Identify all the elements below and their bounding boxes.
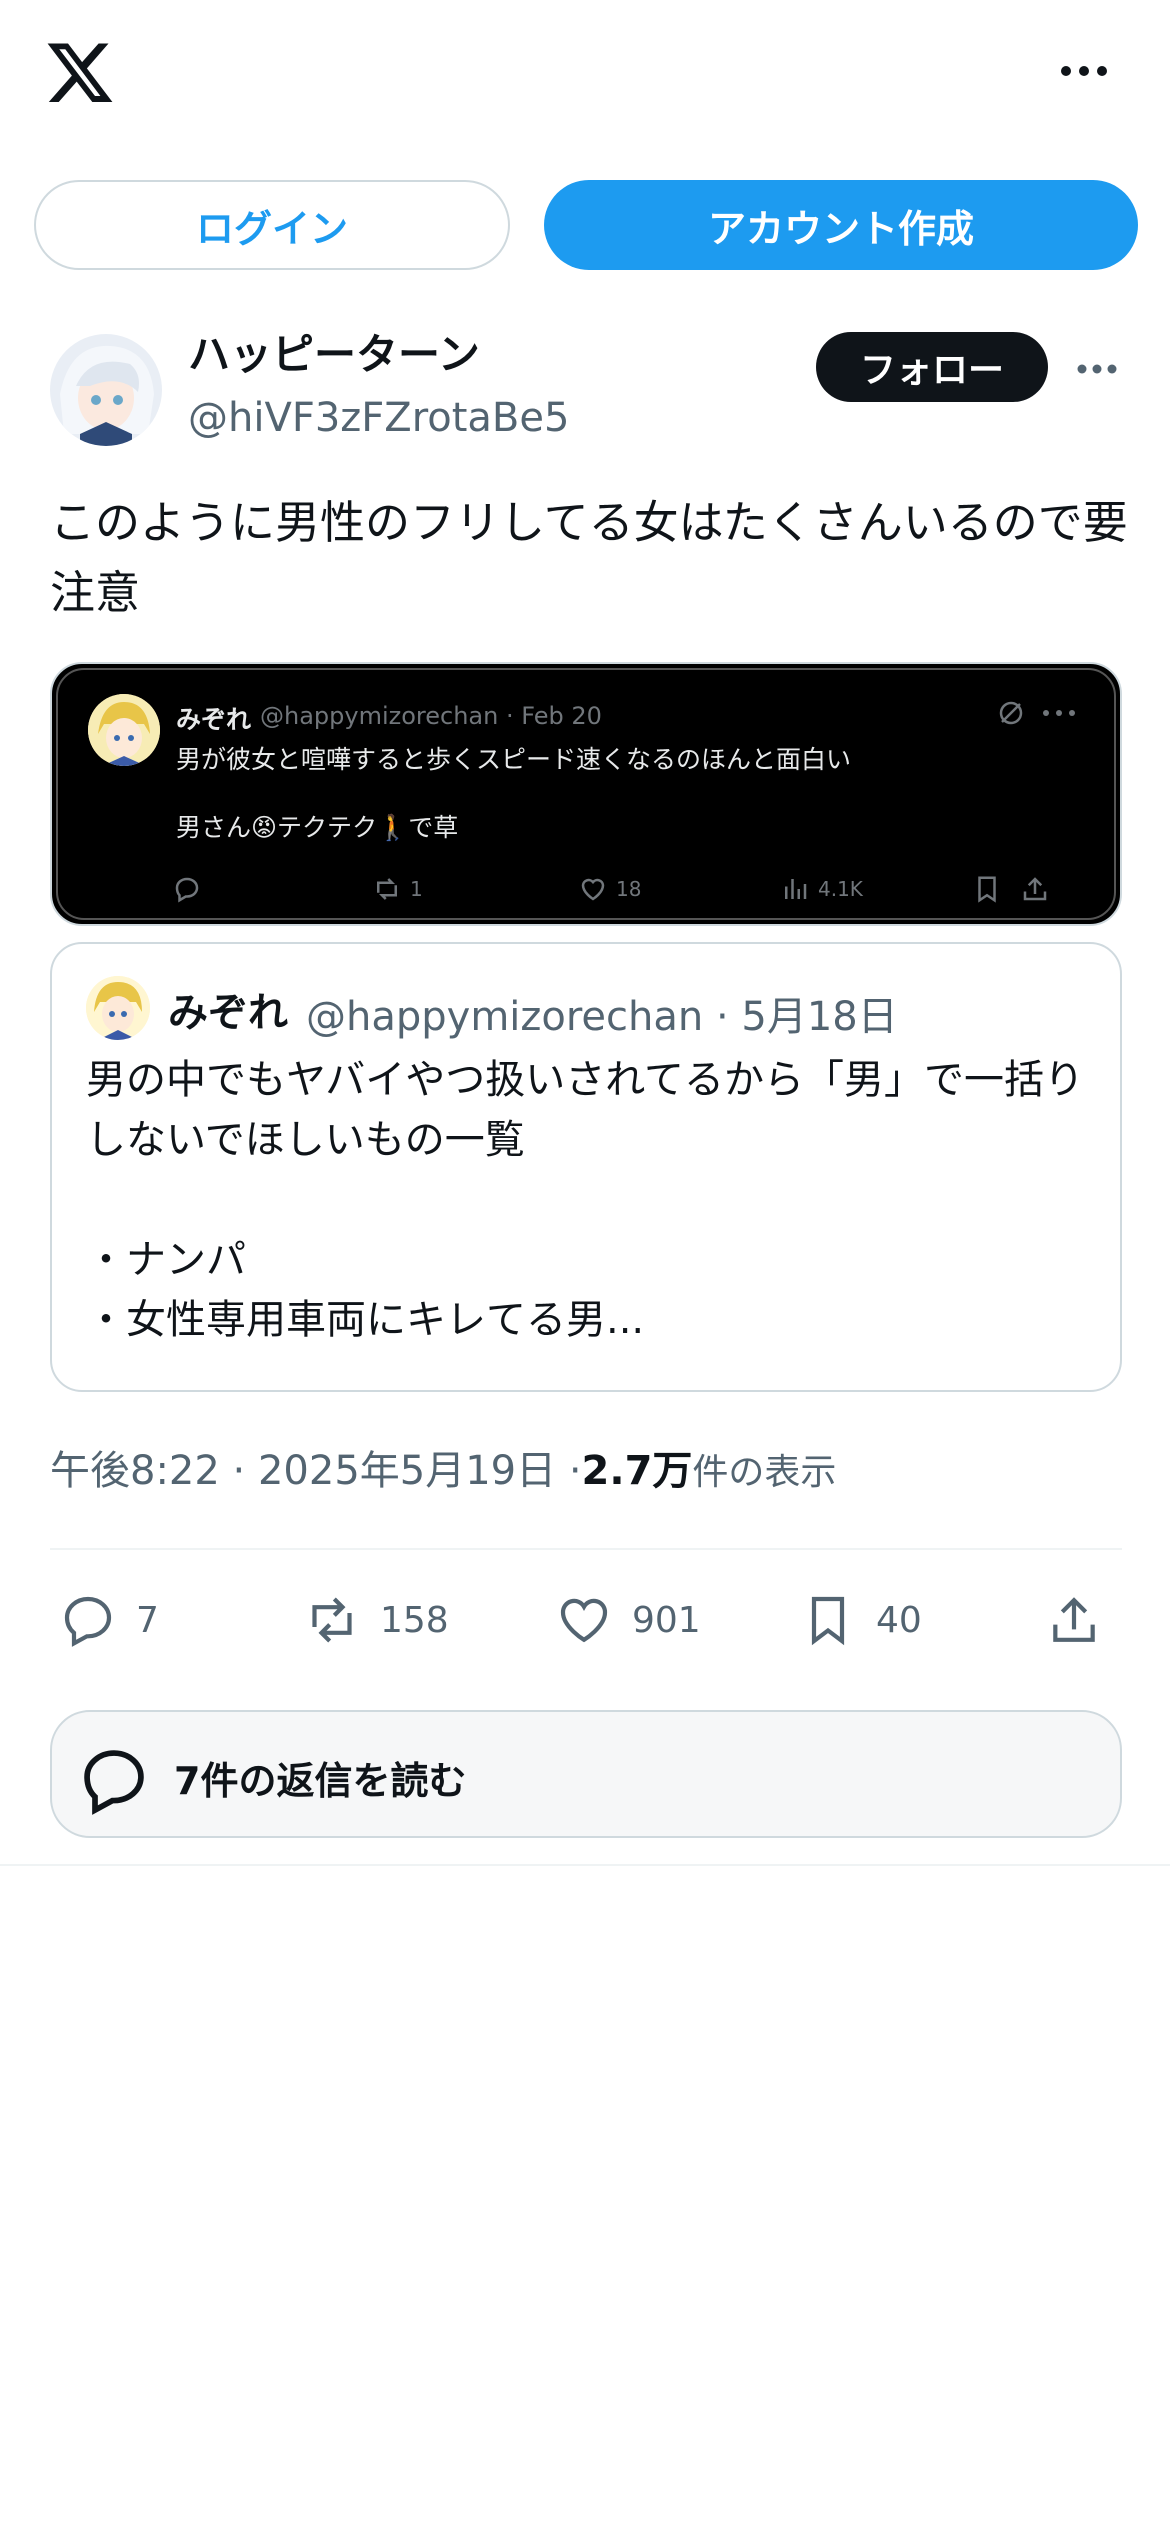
share-icon	[1053, 1597, 1095, 1642]
bookmark-icon	[811, 1596, 845, 1646]
like-button[interactable]: 901	[556, 1580, 701, 1660]
bookmark-button[interactable]: 40	[800, 1580, 922, 1660]
reply-icon	[175, 877, 199, 903]
quoted-handle-date: @happymizorechan · 5月18日	[306, 994, 898, 1040]
avatar[interactable]	[50, 334, 162, 446]
reply-icon	[64, 1596, 112, 1647]
create-account-button[interactable]: アカウント作成	[544, 180, 1138, 270]
speech-bubble-icon	[84, 1750, 144, 1815]
post-meta: 午後8:22 · 2025年5月19日 · 2.7万 件の表示	[50, 1438, 836, 1496]
more-options-icon[interactable]	[1058, 56, 1110, 86]
quoted-avatar	[86, 976, 150, 1040]
grok-icon	[999, 701, 1023, 725]
screenshot-handle-date: @happymizorechan · Feb 20	[260, 702, 602, 730]
screenshot-name: みぞれ	[176, 705, 252, 734]
screenshot-like: 18	[578, 874, 641, 904]
views-label: 件の表示	[692, 1452, 837, 1493]
screenshot-text-line1: 男が彼女と喧嘩すると歩くスピード速くなるのほんと面白い	[176, 745, 852, 774]
login-button[interactable]: ログイン	[34, 180, 510, 270]
user-handle[interactable]: @hiVF3zFZrotaBe5	[188, 394, 569, 442]
follow-button[interactable]: フォロー	[816, 332, 1048, 402]
quoted-display-name: みぞれ	[168, 990, 288, 1036]
post-text: このように男性のフリしてる女はたくさんいるので要注意	[50, 496, 1128, 619]
post-more-icon[interactable]	[1076, 362, 1118, 376]
divider	[50, 1548, 1122, 1550]
repost-icon	[377, 878, 397, 900]
views-count: 2.7万	[581, 1448, 693, 1494]
post-actions: 7 158 901 40	[0, 1580, 1170, 1660]
screenshot-like-count: 18	[616, 877, 642, 901]
repost-button[interactable]: 158	[304, 1580, 449, 1660]
screenshot-repost-count: 1	[410, 877, 423, 901]
like-count: 901	[632, 1599, 701, 1641]
display-name[interactable]: ハッピーターン	[188, 330, 480, 380]
screenshot-reply	[172, 874, 202, 904]
share-button[interactable]	[1046, 1580, 1102, 1660]
screenshot-repost: 1	[372, 874, 423, 904]
share-icon	[1023, 877, 1047, 901]
attached-screenshot-image[interactable]: みぞれ @happymizorechan · Feb 20 男が彼女と喧嘩すると…	[50, 662, 1122, 926]
repost-count: 158	[380, 1599, 449, 1641]
screenshot-views-count: 4.1K	[818, 877, 863, 901]
heart-icon	[560, 1598, 608, 1643]
quoted-post[interactable]: みぞれ @happymizorechan · 5月18日 男の中でもヤバイやつ扱…	[50, 942, 1122, 1392]
screenshot-text-line2: 男さん😡テクテク🚶で草	[176, 813, 459, 842]
bookmark-count: 40	[876, 1599, 922, 1641]
screenshot-views: 4.1K	[780, 874, 863, 904]
reply-button[interactable]: 7	[60, 1580, 159, 1660]
x-logo-icon[interactable]	[44, 36, 116, 108]
screenshot-bookmark	[972, 874, 1002, 904]
post-timestamp[interactable]: 午後8:22 · 2025年5月19日 ·	[50, 1438, 582, 1496]
divider	[0, 1864, 1170, 1866]
repost-icon	[312, 1597, 352, 1643]
quoted-text: 男の中でもヤバイやつ扱いされてるから「男」で一括りしないでほしいもの一覧 ・ナン…	[86, 1057, 1084, 1343]
screenshot-avatar	[88, 694, 160, 766]
read-replies-button[interactable]: 7件の返信を読む	[50, 1710, 1122, 1838]
screenshot-more-icon	[1043, 710, 1075, 716]
heart-icon	[581, 878, 605, 901]
read-replies-label: 7件の返信を読む	[174, 1759, 467, 1803]
bookmark-icon	[978, 876, 996, 903]
screenshot-share	[1020, 874, 1050, 904]
reply-count: 7	[136, 1599, 159, 1641]
views-icon	[785, 879, 807, 899]
